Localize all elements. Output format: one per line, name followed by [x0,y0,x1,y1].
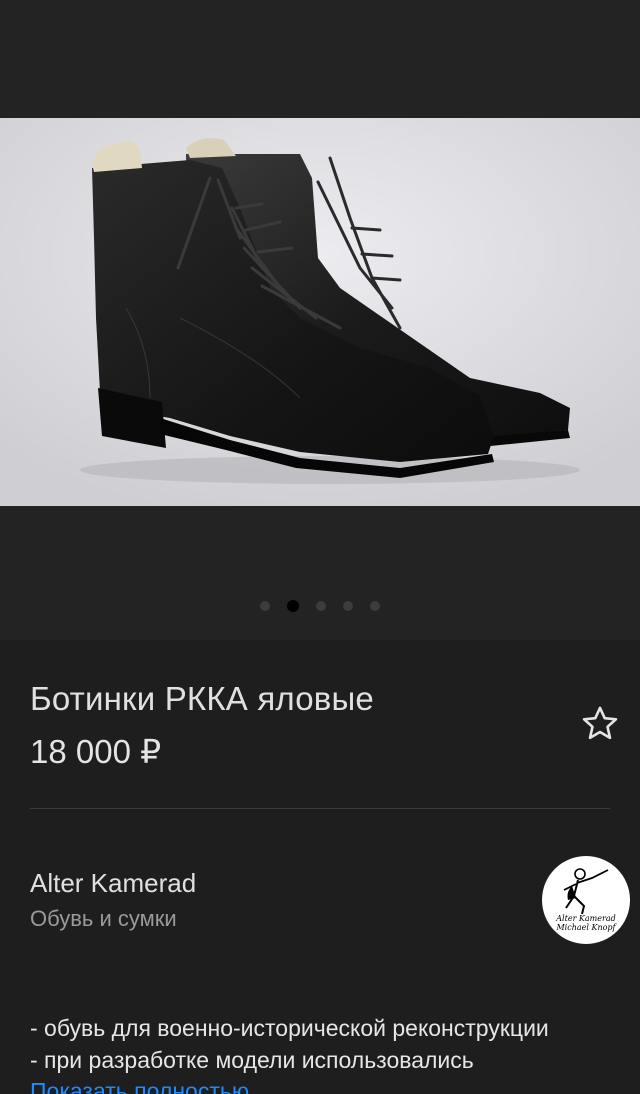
product-info: Ботинки РККА яловые 18 000 ₽ Alter Kamer… [0,640,640,1094]
star-outline-icon [582,706,618,740]
seller-avatar[interactable]: Alter Kamerad Michael Knopf [542,856,630,944]
description-line: - обувь для военно-исторической реконстр… [30,1015,549,1041]
product-title: Ботинки РККА яловые [30,680,374,717]
gallery-dot[interactable] [370,601,380,611]
product-photo[interactable] [0,118,640,506]
gallery-dot-active[interactable] [287,600,299,612]
seller-category: Обувь и сумки [30,906,177,931]
gallery-dot[interactable] [343,601,353,611]
seller-name[interactable]: Alter Kamerad [30,868,196,899]
product-description: - обувь для военно-исторической реконстр… [30,1012,630,1076]
product-price: 18 000 ₽ [30,733,162,770]
boots-image [0,118,640,506]
gallery-dot[interactable] [260,601,270,611]
gallery-dot[interactable] [316,601,326,611]
product-page: Ботинки РККА яловые 18 000 ₽ Alter Kamer… [0,0,640,1094]
section-divider [30,808,610,809]
seller-logo-line-2: Michael Knopf [556,923,616,932]
gallery-pagination[interactable] [0,598,640,614]
photo-gallery[interactable] [0,0,640,640]
favorite-button[interactable] [574,698,626,750]
show-more-link[interactable]: Показать полностью [30,1078,249,1094]
seller-logo-line-1: Alter Kamerad [556,914,616,923]
description-line: - при разработке модели использовались [30,1047,474,1073]
